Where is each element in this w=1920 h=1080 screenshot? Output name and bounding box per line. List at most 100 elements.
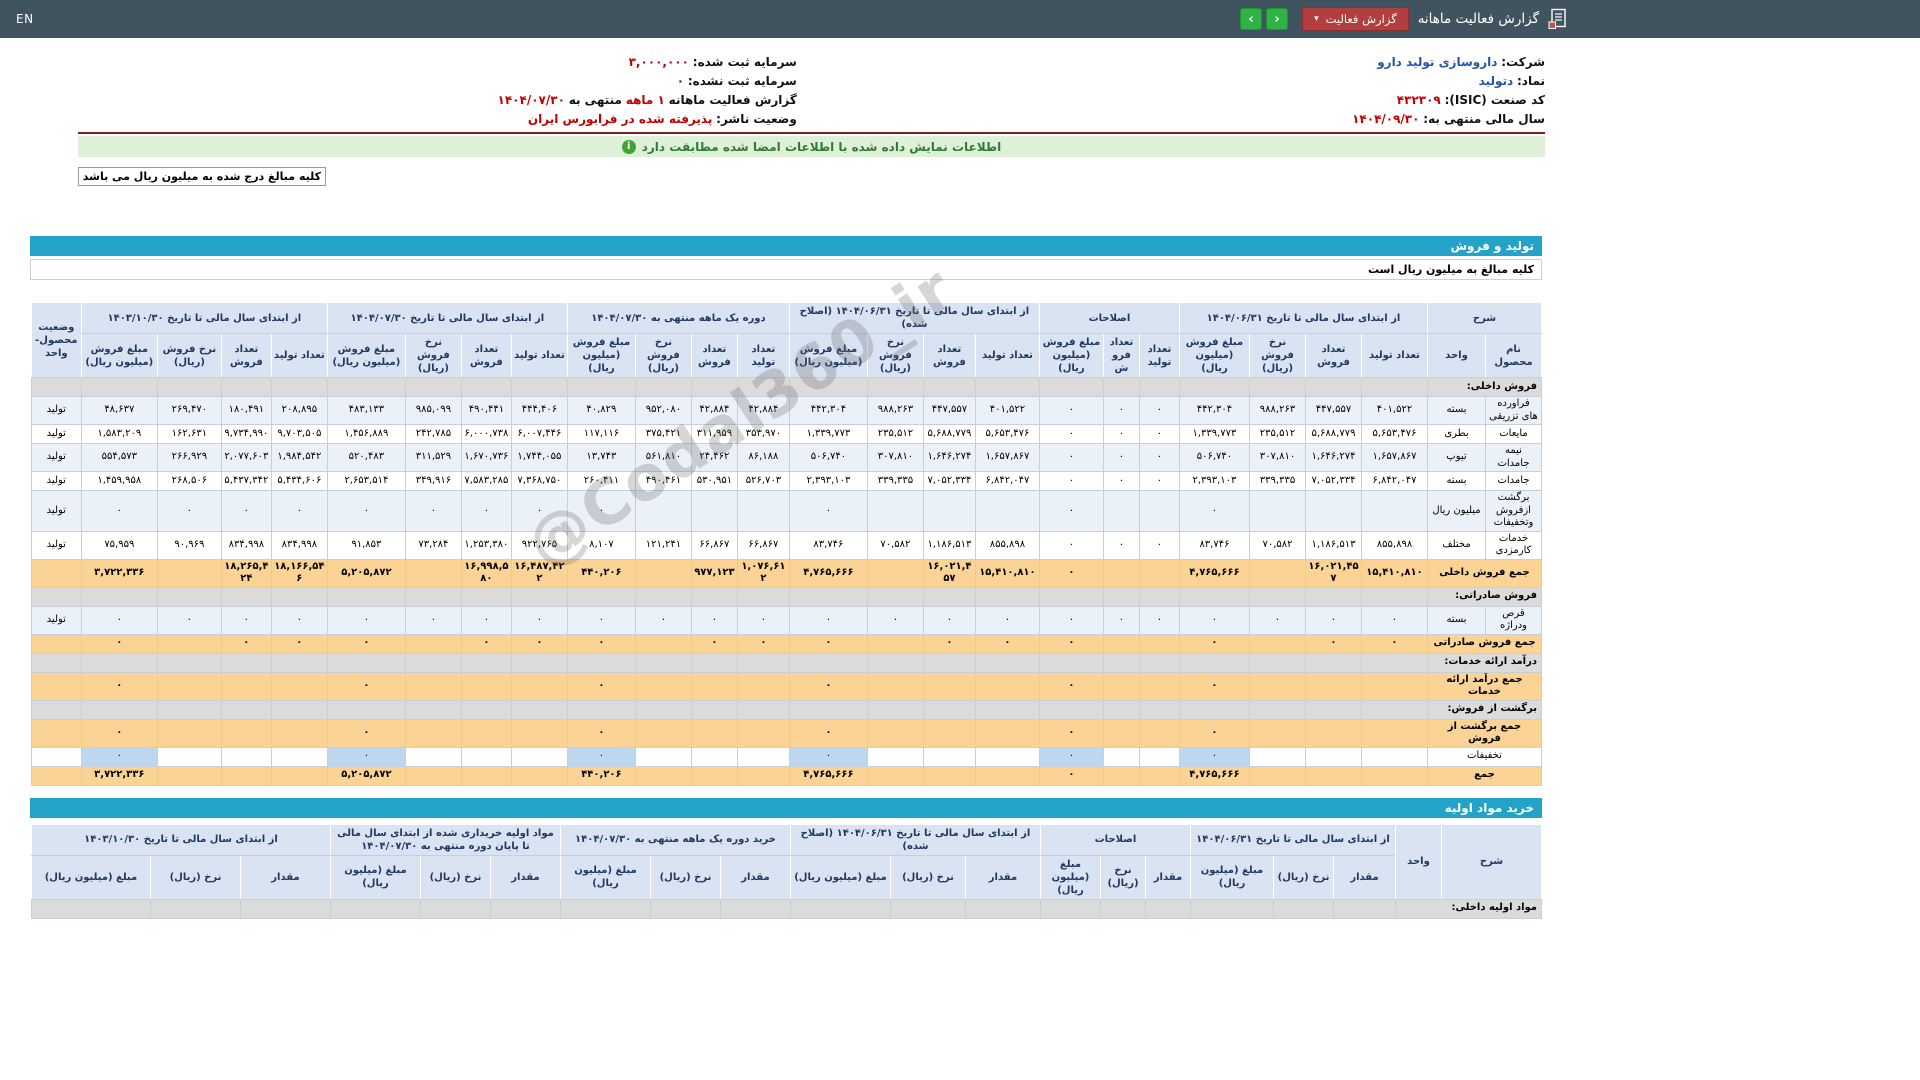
table-cell: ۰ — [1178, 490, 1250, 532]
table-cell: ۵۳۰,۹۵۱ — [690, 471, 738, 491]
table-cell — [1248, 586, 1306, 607]
table-cell: ۸,۱۰۷ — [566, 530, 636, 560]
table-cell — [736, 746, 790, 767]
table-cell: ۱,۵۸۳,۲۰۹ — [80, 424, 158, 444]
table-cell: ۰ — [1038, 633, 1104, 654]
table-cell — [736, 652, 790, 673]
table-cell: ۰ — [80, 490, 158, 532]
registered-capital-label: سرمایه ثبت شده: — [692, 55, 797, 69]
table-cell — [460, 699, 512, 720]
table-cell: ۴۰۱,۵۲۲ — [974, 396, 1040, 425]
table-cell — [866, 765, 924, 786]
table-cell: ۱,۱۸۶,۵۱۳ — [1304, 530, 1362, 560]
table-cell — [220, 699, 272, 720]
table-cell — [566, 586, 636, 607]
table-cell: ۰ — [1102, 396, 1140, 425]
table-cell — [566, 377, 636, 397]
table-cell: ۴,۷۶۵,۶۶۶ — [788, 558, 868, 588]
language-toggle[interactable]: EN — [16, 12, 34, 26]
amounts-note-wrap: کلیه مبالغ درج شده به میلیون ریال می باش… — [78, 167, 1545, 186]
table-cell: ۰ — [326, 746, 406, 767]
table-cell: ۴,۷۶۵,۶۶۶ — [788, 765, 868, 786]
table-cell — [1360, 490, 1428, 532]
codal-monthly-activity-report-page: { "topbar": { "en_label": "EN", "title":… — [0, 0, 1920, 1080]
table-cell — [1102, 699, 1140, 720]
table-cell — [326, 652, 406, 673]
table-cell: بطری — [1426, 424, 1487, 444]
table-cell — [1038, 377, 1104, 397]
company-name-link[interactable]: داروسازی تولید دارو — [1377, 55, 1497, 69]
table-cell: ۳۷۵,۴۲۱ — [634, 424, 692, 444]
prev-report-button[interactable]: ‹ — [1266, 8, 1289, 30]
table-cell — [634, 652, 692, 673]
table-cell — [866, 377, 924, 397]
table-cell: ۶۶,۸۶۷ — [736, 530, 790, 560]
table-cell — [974, 652, 1040, 673]
report-type-dropdown[interactable]: گزارش فعالیت ▾ — [1302, 7, 1409, 31]
table-cell: ۷۳,۲۸۴ — [404, 530, 462, 560]
table-cell — [634, 558, 692, 588]
symbol-row: نماد: دتولید — [797, 72, 1545, 91]
table-cell: ۰ — [788, 490, 868, 532]
unregistered-capital-value: ۰ — [676, 74, 685, 88]
table-cell — [1102, 558, 1140, 588]
table-cell — [1102, 377, 1140, 397]
column-group-header: خرید دوره یک ماهه منتهی به ۱۴۰۴/۰۷/۳۰ — [559, 823, 791, 856]
table-cell: ۰ — [1102, 424, 1140, 444]
table-cell: ۰ — [1038, 671, 1104, 701]
table-cell: ۰ — [788, 718, 868, 748]
table-cell: ۰ — [1360, 633, 1428, 654]
column-header: مبلغ (میلیون ریال) — [1189, 854, 1275, 900]
table-cell — [866, 586, 924, 607]
table-cell: ۵۵۴,۵۷۳ — [80, 443, 158, 472]
table-cell — [1248, 633, 1306, 654]
table-cell: ۴۴۲,۳۰۴ — [1178, 396, 1250, 425]
table-cell — [736, 377, 790, 397]
table-cell — [1304, 652, 1362, 673]
table-cell — [1248, 652, 1306, 673]
table-cell — [156, 765, 222, 786]
table-cell — [270, 671, 328, 701]
table-cell — [270, 746, 328, 767]
report-period-date: ۱۴۰۴/۰۷/۳۰ — [497, 93, 565, 107]
table-cell — [1178, 586, 1250, 607]
page-title: گزارش فعالیت ماهانه — [1417, 11, 1539, 27]
table-cell — [460, 586, 512, 607]
table-cell — [789, 898, 891, 919]
column-header: مقدار — [1144, 854, 1191, 900]
table-cell: ۰ — [1038, 424, 1104, 444]
column-header: نرخ (ریال) — [149, 854, 241, 900]
table-cell — [1102, 652, 1140, 673]
table-cell: ۷۰,۵۸۲ — [866, 530, 924, 560]
table-cell: ۱۶,۰۲۱,۴۵۷ — [1304, 558, 1362, 588]
table-cell — [30, 746, 82, 767]
table-cell — [736, 586, 790, 607]
table-cell — [974, 671, 1040, 701]
isic-label: کد صنعت (ISIC): — [1444, 93, 1545, 107]
symbol-link[interactable]: دتولید — [1479, 74, 1514, 88]
table-cell: ۰ — [1102, 605, 1140, 635]
table-cell — [1360, 671, 1428, 701]
table-cell — [30, 652, 82, 673]
table-cell: ۱,۶۵۷,۸۶۷ — [1360, 443, 1428, 472]
table-cell: ۱,۳۳۹,۷۷۳ — [788, 424, 868, 444]
next-report-button[interactable]: › — [1240, 8, 1263, 30]
table-cell: ۰ — [220, 490, 272, 532]
report-type-label: گزارش فعالیت — [1325, 12, 1397, 26]
table-cell: ۳۱۱,۹۵۹ — [690, 424, 738, 444]
table-cell: ۰ — [1038, 718, 1104, 748]
column-group-header: از ابتدای سال مالی تا تاریخ ۱۴۰۳/۱۰/۳۰ — [30, 823, 331, 856]
table-cell — [239, 898, 331, 919]
table-cell: ۰ — [326, 605, 406, 635]
column-header: نرخ فروش (ریال) — [634, 333, 692, 378]
table-cell — [1304, 699, 1362, 720]
column-header: مبلغ (میلیون ریال) — [30, 854, 151, 900]
table-cell — [1360, 746, 1428, 767]
table-cell — [866, 746, 924, 767]
table-cell — [220, 671, 272, 701]
table-cell: ۱۲۱,۲۴۱ — [634, 530, 692, 560]
fiscal-year-label: سال مالی منتهی به: — [1423, 112, 1545, 126]
table-cell: ۹,۷۰۳,۵۰۵ — [270, 424, 328, 444]
table-cell: ۴۸,۶۳۷ — [80, 396, 158, 425]
table-cell — [1333, 898, 1396, 919]
